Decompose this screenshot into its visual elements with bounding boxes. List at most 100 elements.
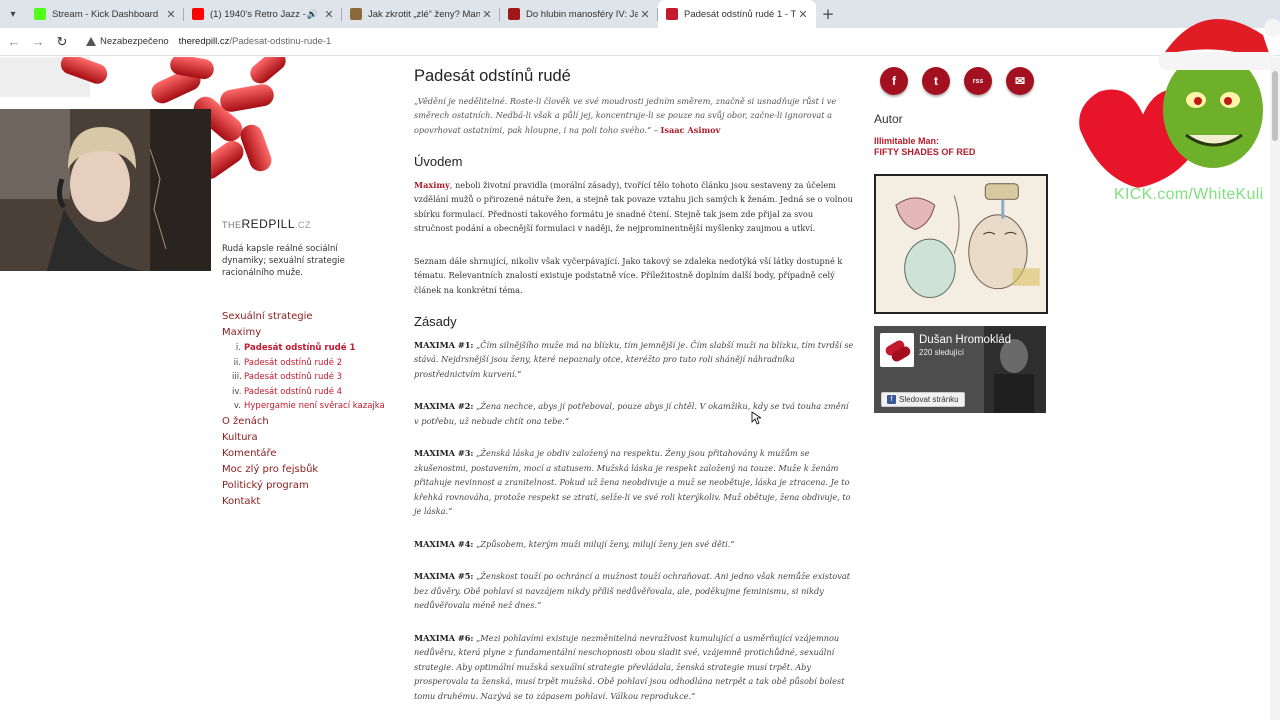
heading-zasady: Zásady xyxy=(414,314,457,329)
tab-search-button[interactable]: ▾ xyxy=(0,0,26,28)
maxim-label: MAXIMA #2: xyxy=(414,401,474,411)
quote-text: „Vědění je nedělitelné. Roste-li člověk … xyxy=(414,95,837,135)
nav-maximy-sub-2[interactable]: ii. Padesát odstínů rudé 2 xyxy=(232,356,385,371)
kick-icon xyxy=(34,8,46,20)
security-label: Nezabezpečeno xyxy=(100,36,169,47)
tab-3[interactable]: Jak zkrotit „zlé“ ženy? Manosfér✕ xyxy=(342,0,500,28)
facebook-icon: f xyxy=(887,395,896,404)
nav-sexualni-strategie[interactable]: Sexuální strategie xyxy=(222,309,385,325)
security-chip[interactable]: Nezabezpečeno xyxy=(86,36,169,47)
autor-credit[interactable]: Illimitable Man: FIFTY SHADES OF RED xyxy=(874,136,975,158)
maximy-link[interactable]: Maximy xyxy=(414,180,450,190)
close-tab-icon[interactable]: ✕ xyxy=(796,8,810,21)
twitter-icon[interactable]: t xyxy=(922,67,950,95)
nav-sub-label: Hypergamie není svěrací kazajka xyxy=(244,401,385,411)
nav-maximy[interactable]: Maximy xyxy=(222,325,385,341)
maxim-2: MAXIMA #2: „Žena nechce, abys jí potřebo… xyxy=(414,399,854,428)
maxim-label: MAXIMA #3: xyxy=(414,448,474,458)
maxim-text: „Ženská láska je obdiv založený na respe… xyxy=(414,448,851,516)
site-logo[interactable]: THEREDPILL.CZ xyxy=(222,217,311,231)
site-tagline: Rudá kapsle reálné sociální dynamiky; se… xyxy=(222,244,345,278)
nav-kontakt[interactable]: Kontakt xyxy=(222,494,385,510)
autor-line-1: Illimitable Man: xyxy=(874,136,940,146)
close-tab-icon[interactable]: ✕ xyxy=(164,8,178,21)
facebook-follow-label: Sledovat stránku xyxy=(899,395,959,404)
nav-maximy-sub-3[interactable]: iii. Padesát odstínů rudé 3 xyxy=(232,370,385,385)
sidebar-illustration xyxy=(874,174,1048,314)
facebook-follow-button[interactable]: f Sledovat stránku xyxy=(881,392,965,407)
intro-text-1: , neboli životní pravidla (morální zásad… xyxy=(414,179,853,234)
kick-channel-overlay: KICK.com/WhiteKuli xyxy=(1114,186,1264,203)
reload-icon: ↻ xyxy=(56,33,68,49)
plus-icon: + xyxy=(821,5,835,23)
social-links: f t rss ✉ xyxy=(880,67,1034,95)
maxim-1: MAXIMA #1: „Čím silnějšího muže má na bl… xyxy=(414,338,854,382)
new-tab-button[interactable]: + xyxy=(816,0,840,28)
quote-author-link[interactable]: Isaac Asimov xyxy=(661,125,721,135)
autor-heading: Autor xyxy=(874,112,903,126)
tab-title: Jak zkrotit „zlé“ ženy? Manosfér xyxy=(368,8,480,20)
close-tab-icon[interactable]: ✕ xyxy=(322,8,336,21)
main-nav: Sexuální strategie Maximy i. Padesát odst… xyxy=(222,309,385,510)
tab-2[interactable]: (1) 1940's Retro Jazz - Vint🔊 ✕ xyxy=(184,0,342,28)
article: Padesát odstínů rudé „Vědění je nedělite… xyxy=(414,67,854,720)
roman-numeral: v. xyxy=(233,401,241,411)
scrollbar-thumb[interactable] xyxy=(1272,71,1278,141)
forward-button[interactable]: → xyxy=(26,34,50,49)
nav-sub-label: Padesát odstínů rudé 3 xyxy=(244,372,343,382)
facebook-page-avatar[interactable] xyxy=(880,333,914,367)
facebook-follower-count: 220 sledující xyxy=(919,348,964,357)
maxim-label: MAXIMA #1: xyxy=(414,339,474,350)
maxim-4: MAXIMA #4: „Způsobem, kterým muži milují… xyxy=(414,537,854,552)
nav-politicky-program[interactable]: Politický program xyxy=(222,478,385,494)
speaker-icon[interactable]: 🔊 xyxy=(307,9,318,20)
article-title: Padesát odstínů rudé xyxy=(414,67,571,85)
maxim-text: „Ženskost touží po ochráncí a mužnost to… xyxy=(414,571,851,610)
facebook-icon[interactable]: f xyxy=(880,67,908,95)
nav-o-zenach[interactable]: O ženách xyxy=(222,414,385,430)
tab-4[interactable]: Do hlubin manosféry IV: Jak zk✕ xyxy=(500,0,658,28)
youtube-icon xyxy=(192,8,204,20)
site-icon xyxy=(508,8,520,20)
brand-suffix: .CZ xyxy=(295,220,312,230)
page-scrollbar[interactable] xyxy=(1270,57,1280,720)
rss-icon[interactable]: rss xyxy=(964,67,992,95)
tab-title: (1) 1940's Retro Jazz - Vint xyxy=(210,8,307,20)
back-button[interactable]: ← xyxy=(2,34,26,49)
nav-kultura[interactable]: Kultura xyxy=(222,430,385,446)
nav-maximy-sub-1[interactable]: i. Padesát odstínů rudé 1 xyxy=(232,341,385,356)
webcam-overlay xyxy=(0,109,211,271)
close-tab-icon[interactable]: ✕ xyxy=(480,8,494,21)
nav-maximy-sub-5[interactable]: v. Hypergamie není svěrací kazajka xyxy=(232,399,385,414)
close-tab-icon[interactable]: ✕ xyxy=(638,8,652,21)
intro-paragraph-1: Maximy, neboli životní pravidla (morální… xyxy=(414,178,854,236)
maxims-list: MAXIMA #1: „Čím silnějšího muže má na bl… xyxy=(414,338,854,704)
maxim-label: MAXIMA #5: xyxy=(414,571,474,581)
maxim-text: „Čím silnějšího muže má na blízku, tím j… xyxy=(414,339,854,379)
tab-1[interactable]: Stream - Kick Dashboard ✕ xyxy=(26,0,184,28)
facebook-page-name[interactable]: Dušan Hromoklád xyxy=(919,334,1011,346)
autor-line-2: FIFTY SHADES OF RED xyxy=(874,147,976,157)
url-field[interactable]: theredpill.cz/Padesat-odstinu-rude-1 xyxy=(179,36,332,47)
url-domain: theredpill.cz xyxy=(178,36,230,47)
maxim-5: MAXIMA #5: „Ženskost touží po ochráncí a… xyxy=(414,569,854,613)
maxim-text: „Způsobem, kterým muži milují ženy, milu… xyxy=(473,538,735,549)
reload-button[interactable]: ↻ xyxy=(50,34,74,50)
nav-komentare[interactable]: Komentáře xyxy=(222,446,385,462)
chevron-down-icon: ▾ xyxy=(10,8,16,20)
nav-maximy-sub-4[interactable]: iv. Padesát odstínů rudé 4 xyxy=(232,385,385,400)
nav-moc-zly[interactable]: Moc zlý pro fejsbůk xyxy=(222,462,385,478)
mail-icon[interactable]: ✉ xyxy=(1006,67,1034,95)
tab-5[interactable]: Padesát odstínů rudé 1 - TheRe✕ xyxy=(658,0,816,28)
arrow-left-icon: ← xyxy=(7,34,21,49)
maxim-3: MAXIMA #3: „Ženská láska je obdiv založe… xyxy=(414,446,854,519)
grinch-overlay-image xyxy=(1075,19,1280,193)
brand-prefix: THE xyxy=(222,220,242,230)
warning-icon xyxy=(86,37,96,46)
arrow-right-icon: → xyxy=(31,34,45,49)
tab-title: Padesát odstínů rudé 1 - TheRe xyxy=(684,8,796,20)
site-icon xyxy=(350,8,362,20)
roman-numeral: iii. xyxy=(232,372,242,382)
article-quote: „Vědění je nedělitelné. Roste-li člověk … xyxy=(414,94,854,138)
tabs: Stream - Kick Dashboard ✕ (1) 1940's Retro… xyxy=(26,0,816,28)
